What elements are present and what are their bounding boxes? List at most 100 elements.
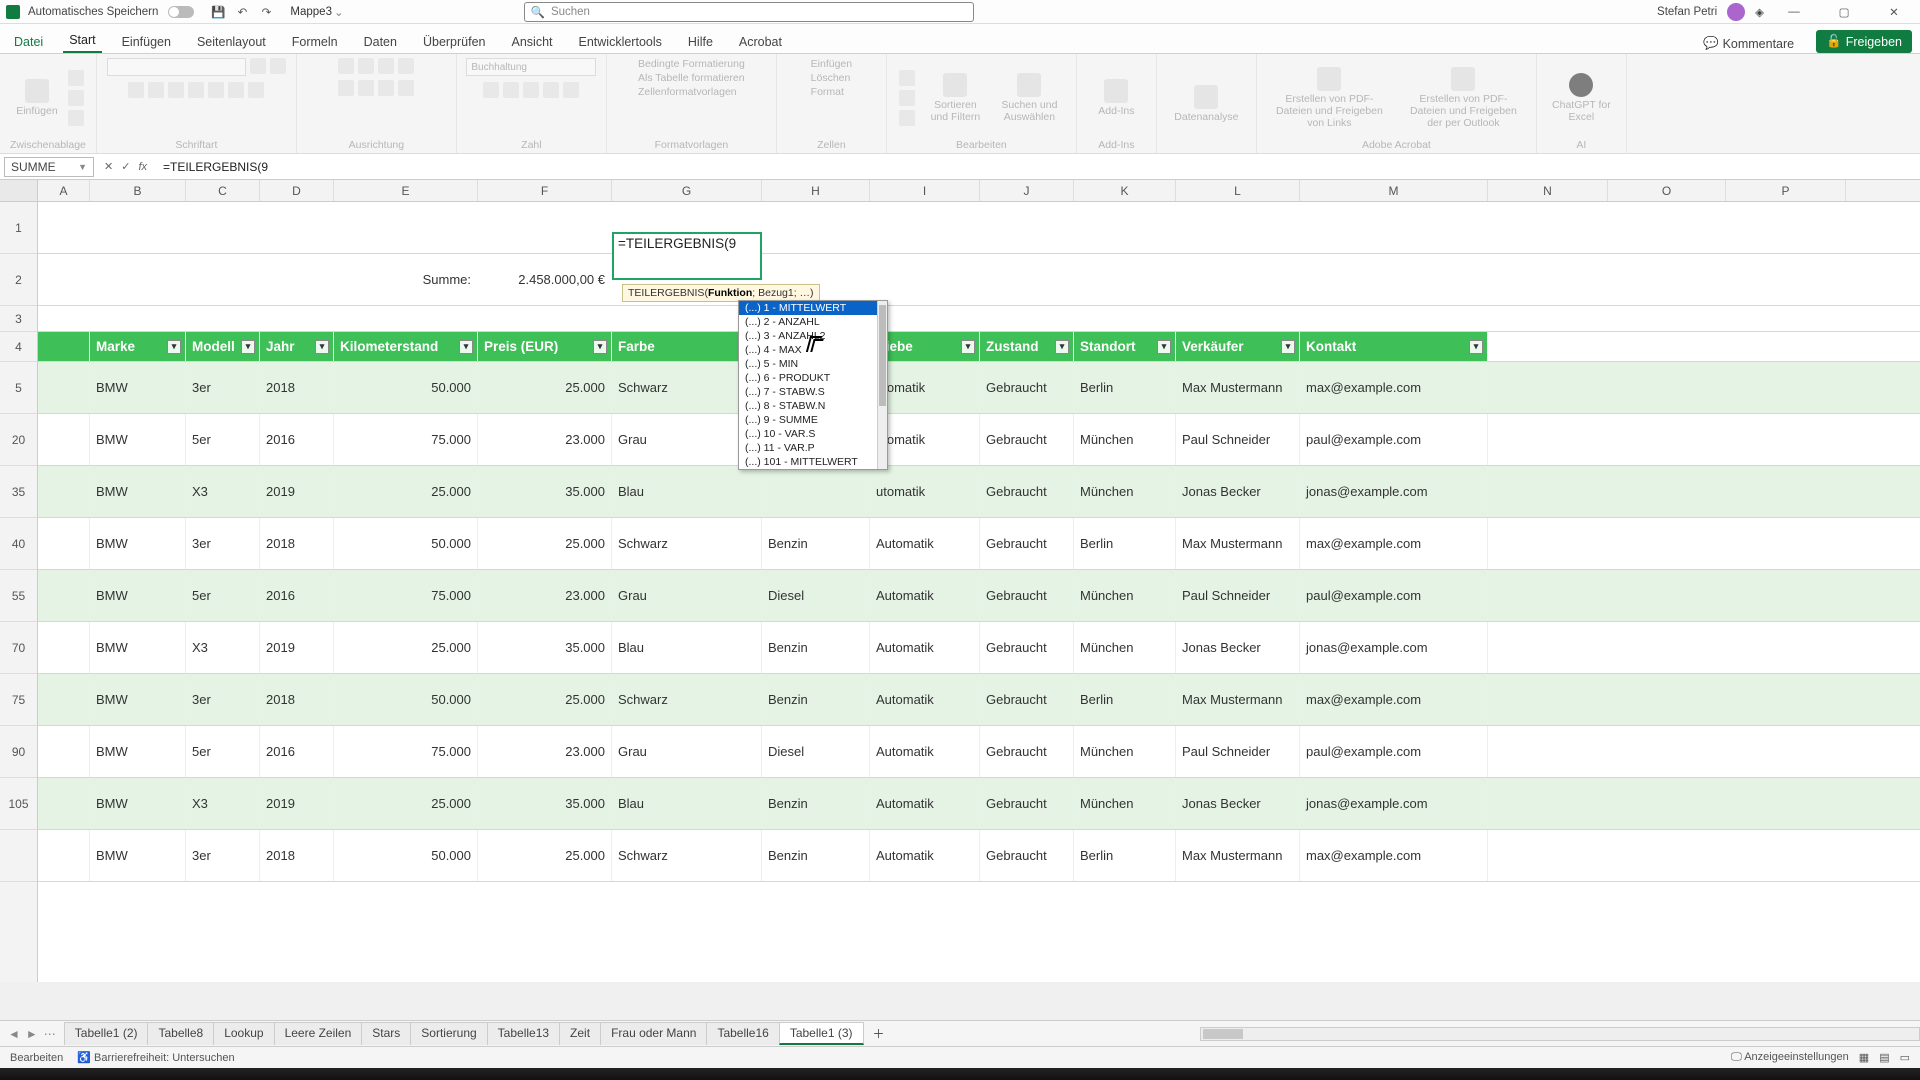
cell[interactable]: 3er (186, 830, 260, 881)
row-label[interactable]: 70 (0, 622, 37, 674)
cell[interactable] (38, 414, 90, 465)
share-button[interactable]: 🔓 Freigeben (1816, 30, 1912, 53)
cell[interactable]: Berlin (1074, 674, 1176, 725)
number-format-select[interactable]: Buchhaltung (466, 58, 596, 76)
col-B[interactable]: B (90, 180, 186, 201)
sheet-tab[interactable]: Leere Zeilen (274, 1022, 363, 1045)
cell[interactable]: Gebraucht (980, 674, 1074, 725)
cell[interactable]: 2019 (260, 778, 334, 829)
paste-button[interactable]: Einfügen (12, 77, 61, 119)
tab-data[interactable]: Daten (358, 31, 403, 53)
col-L[interactable]: L (1176, 180, 1300, 201)
cell[interactable]: paul@example.com (1300, 726, 1488, 777)
cell[interactable]: Berlin (1074, 830, 1176, 881)
cell[interactable]: BMW (90, 622, 186, 673)
filter-icon[interactable]: ▾ (961, 340, 975, 354)
cell[interactable]: Automatik (870, 830, 980, 881)
sheet-tab[interactable]: Tabelle1 (3) (779, 1022, 864, 1045)
tab-review[interactable]: Überprüfen (417, 31, 492, 53)
sheet-tab[interactable]: Sortierung (410, 1022, 487, 1045)
sheet-tab[interactable]: Stars (361, 1022, 411, 1045)
cancel-formula-icon[interactable]: ✕ (104, 160, 113, 173)
row-label[interactable]: 1 (0, 202, 37, 254)
delete-cells-button[interactable]: Löschen (811, 72, 851, 84)
tab-formulas[interactable]: Formeln (286, 31, 344, 53)
view-normal-icon[interactable]: ▦ (1859, 1051, 1869, 1064)
comments-button[interactable]: 💬 Kommentare (1695, 34, 1802, 53)
intellisense-item[interactable]: (...) 7 - STABW.S (739, 385, 887, 399)
acrobat-b-button[interactable]: Erstellen von PDF-Dateien und Freigeben … (1399, 65, 1527, 131)
row-1[interactable] (38, 202, 1920, 254)
cell[interactable]: Paul Schneider (1176, 414, 1300, 465)
col-A[interactable]: A (38, 180, 90, 201)
row-label[interactable]: 5 (0, 362, 37, 414)
formatpainter-icon[interactable] (68, 110, 84, 126)
col-J[interactable]: J (980, 180, 1074, 201)
cell[interactable]: Jonas Becker (1176, 778, 1300, 829)
filter-icon[interactable]: ▾ (241, 340, 255, 354)
row-3[interactable] (38, 306, 1920, 332)
cell[interactable]: Diesel (762, 570, 870, 621)
cell[interactable]: Automatik (870, 726, 980, 777)
fill-icon[interactable] (899, 90, 915, 106)
col-G[interactable]: G (612, 180, 762, 201)
cell[interactable]: 25.000 (334, 466, 478, 517)
tab-developer[interactable]: Entwicklertools (573, 31, 668, 53)
search-input[interactable]: 🔍 Suchen (524, 2, 974, 22)
cell[interactable]: Automatik (870, 570, 980, 621)
intellisense-item[interactable]: (...) 9 - SUMME (739, 413, 887, 427)
col-I[interactable]: I (870, 180, 980, 201)
row-label[interactable]: 90 (0, 726, 37, 778)
cell[interactable]: Gebraucht (980, 726, 1074, 777)
diamond-icon[interactable]: ◈ (1755, 5, 1764, 19)
row-label[interactable] (0, 830, 37, 882)
cell[interactable]: Grau (612, 570, 762, 621)
sheet-tab[interactable]: Lookup (213, 1022, 274, 1045)
cell[interactable]: Max Mustermann (1176, 830, 1300, 881)
cell[interactable]: paul@example.com (1300, 414, 1488, 465)
hdr-preis[interactable]: Preis (EUR)▾ (478, 332, 612, 361)
tab-file[interactable]: Datei (8, 31, 49, 53)
table-row[interactable]: BMWX3201925.00035.000BlauBenzinAutomatik… (38, 622, 1920, 674)
sheet-tab[interactable]: Frau oder Mann (600, 1022, 707, 1045)
cell[interactable]: Schwarz (612, 518, 762, 569)
cell[interactable] (38, 726, 90, 777)
hdr-marke[interactable]: Marke▾ (90, 332, 186, 361)
cell[interactable]: Gebraucht (980, 830, 1074, 881)
cell[interactable]: 2018 (260, 518, 334, 569)
acrobat-a-button[interactable]: Erstellen von PDF-Dateien und Freigeben … (1265, 65, 1393, 131)
cell[interactable]: 25.000 (334, 622, 478, 673)
cell[interactable]: Max Mustermann (1176, 518, 1300, 569)
cell[interactable] (38, 466, 90, 517)
cell[interactable]: 75.000 (334, 726, 478, 777)
cell[interactable]: Schwarz (612, 674, 762, 725)
cell[interactable]: Paul Schneider (1176, 570, 1300, 621)
cell[interactable]: Automatik (870, 622, 980, 673)
cell[interactable]: 23.000 (478, 726, 612, 777)
fx-icon[interactable]: fx (138, 161, 147, 173)
cell[interactable]: Benzin (762, 830, 870, 881)
filter-icon[interactable]: ▾ (1469, 340, 1483, 354)
cell[interactable]: BMW (90, 570, 186, 621)
hdr-modell[interactable]: Modell▾ (186, 332, 260, 361)
autosave-toggle[interactable] (168, 6, 194, 18)
cell[interactable]: Jonas Becker (1176, 622, 1300, 673)
intellisense-item[interactable]: (...) 2 - ANZAHL (739, 315, 887, 329)
active-cell-edit[interactable]: =TEILERGEBNIS(9 (612, 232, 762, 280)
col-E[interactable]: E (334, 180, 478, 201)
undo-icon[interactable]: ↶ (234, 4, 250, 20)
view-pagebreak-icon[interactable]: ▭ (1900, 1051, 1910, 1064)
row-label[interactable]: 2 (0, 254, 37, 306)
row-2[interactable]: Summe: 2.458.000,00 € (38, 254, 1920, 306)
cell[interactable]: 2018 (260, 830, 334, 881)
cell[interactable]: 50.000 (334, 362, 478, 413)
cell[interactable]: BMW (90, 414, 186, 465)
cell[interactable] (38, 622, 90, 673)
cell[interactable]: München (1074, 466, 1176, 517)
sheet-tab[interactable]: Tabelle13 (487, 1022, 560, 1045)
format-as-table-button[interactable]: Als Tabelle formatieren (638, 72, 745, 84)
table-row[interactable]: BMW3er201850.00025.000SchwarzBenzinAutom… (38, 518, 1920, 570)
tab-view[interactable]: Ansicht (506, 31, 559, 53)
intellisense-item[interactable]: (...) 4 - MAX (739, 343, 887, 357)
hdr-km[interactable]: Kilometerstand▾ (334, 332, 478, 361)
